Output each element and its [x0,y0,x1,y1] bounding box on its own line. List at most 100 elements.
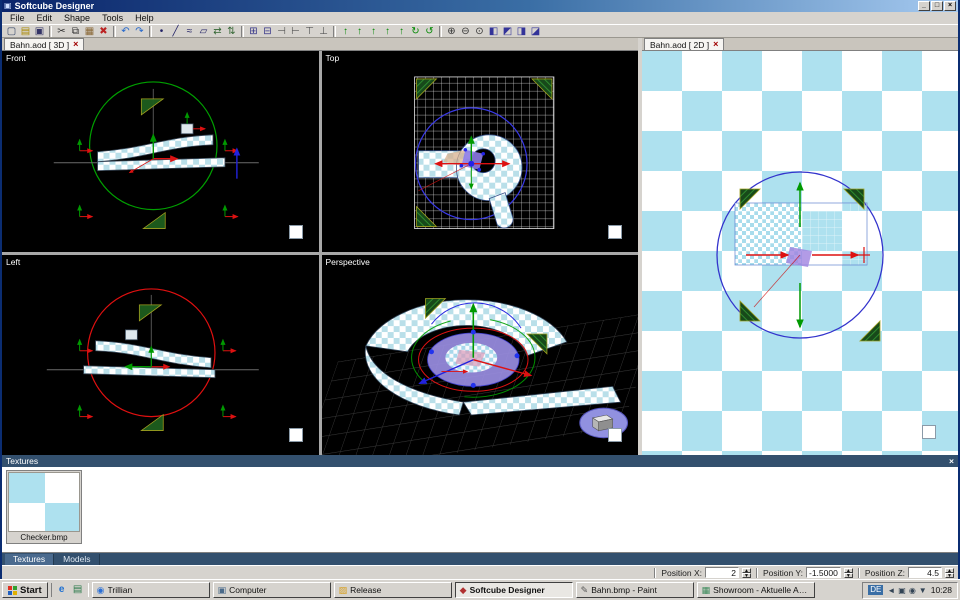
rotate-cw-icon[interactable]: ↻ [409,25,422,38]
viewport-front[interactable]: Front [2,51,319,252]
arrow-up-3-icon[interactable]: ↑ [367,25,380,38]
windows-logo-icon [8,586,17,595]
position-y-input[interactable]: -1.5000 [806,567,841,578]
zoom-fit-icon[interactable]: ⊙ [473,25,486,38]
perspective-viewport-canvas[interactable] [322,255,639,456]
view-left-icon[interactable]: ◨ [515,25,528,38]
statusbar-separator [756,568,758,578]
tab-bahn-2d[interactable]: Bahn.aod [ 2D ] × [644,38,724,50]
minimize-button[interactable]: _ [918,1,930,11]
left-corner-swatch[interactable] [289,428,303,442]
taskbar-button-softcube-designer[interactable]: ◆Softcube Designer [455,582,573,598]
view-2d-board[interactable] [642,51,958,455]
board-corner-swatch[interactable] [922,425,936,439]
position-x-input[interactable]: 2 [705,567,739,578]
close-button[interactable]: × [944,1,956,11]
statusbar-separator [858,568,860,578]
titlebar[interactable]: ▣ Softcube Designer _ □ × [2,0,958,12]
taskbar-button-showroom[interactable]: ▦Showroom - Aktuelle Arb... [697,582,815,598]
computer-icon: ▣ [218,585,227,596]
mirror-horizontal-icon[interactable]: ⇄ [211,25,224,38]
add-line-icon[interactable]: ╱ [169,25,182,38]
front-corner-swatch[interactable] [289,225,303,239]
paint-icon: ✎ [581,585,589,596]
perspective-corner-swatch[interactable] [608,428,622,442]
arrow-up-2-icon[interactable]: ↑ [353,25,366,38]
front-viewport-canvas[interactable] [2,51,319,252]
system-tray: DE ◄▣◉▼ 10:28 [862,582,958,599]
grid-icon[interactable]: ⊞ [247,25,260,38]
clock[interactable]: 10:28 [931,585,952,595]
ie-quicklaunch-icon[interactable]: e [55,583,69,597]
show-desktop-icon[interactable]: ▤ [71,583,85,597]
view-top-icon[interactable]: ◩ [501,25,514,38]
taskbar-button-trillian[interactable]: ◉Trillian [92,582,210,598]
cut-icon[interactable]: ✂ [55,25,68,38]
add-point-icon[interactable]: • [155,25,168,38]
menu-shape[interactable]: Shape [58,13,96,23]
menu-tools[interactable]: Tools [96,13,129,23]
position-y-spinner[interactable]: ▲▼ [844,568,853,578]
close-shape-icon[interactable]: ▱ [197,25,210,38]
taskbar-button-paint[interactable]: ✎Bahn.bmp - Paint [576,582,694,598]
taskbar-button-computer[interactable]: ▣Computer [213,582,331,598]
paste-icon[interactable]: ▦ [83,25,96,38]
zoom-out-icon[interactable]: ⊖ [459,25,472,38]
rotate-ccw-icon[interactable]: ↺ [423,25,436,38]
align-top-icon[interactable]: ⊤ [303,25,316,38]
viewport-perspective-label: Perspective [326,257,370,267]
position-y-label: Position Y: [763,568,803,578]
view-front-icon[interactable]: ◧ [487,25,500,38]
tab-bahn-3d[interactable]: Bahn.aod [ 3D ] × [4,38,84,50]
align-left-icon[interactable]: ⊣ [275,25,288,38]
toolbar-separator [49,26,52,37]
board-2d-canvas[interactable] [642,51,958,455]
texture-item[interactable]: Checker.bmp [6,470,82,544]
start-button[interactable]: Start [2,582,48,598]
save-icon[interactable]: ▣ [33,25,46,38]
zoom-in-icon[interactable]: ⊕ [445,25,458,38]
position-z-input[interactable]: 4.5 [908,567,942,578]
copy-icon[interactable]: ⧉ [69,25,82,38]
taskbar-button-release-folder[interactable]: ▨Release [334,582,452,598]
panel-tab-models[interactable]: Models [55,554,99,565]
arrow-up-4-icon[interactable]: ↑ [381,25,394,38]
align-bottom-icon[interactable]: ⊥ [317,25,330,38]
arrow-up-1-icon[interactable]: ↑ [339,25,352,38]
update-icon[interactable]: ▼ [919,586,927,595]
network-icon[interactable]: ▣ [898,586,906,595]
menu-help[interactable]: Help [129,13,160,23]
mirror-vertical-icon[interactable]: ⇅ [225,25,238,38]
tab-close-icon[interactable]: × [73,40,78,49]
arrow-up-5-icon[interactable]: ↑ [395,25,408,38]
open-icon[interactable]: ▤ [19,25,32,38]
volume-icon[interactable]: ◄ [887,586,895,595]
quick-launch: e▤ [51,583,89,597]
messenger-icon[interactable]: ◉ [909,586,916,595]
view-perspective-icon[interactable]: ◪ [529,25,542,38]
panel-tab-textures[interactable]: Textures [5,554,54,565]
panel-close-icon[interactable]: × [949,456,954,466]
textures-panel-header[interactable]: Textures × [2,455,958,467]
language-indicator[interactable]: DE [868,585,883,595]
redo-icon[interactable]: ↷ [133,25,146,38]
snap-grid-icon[interactable]: ⊟ [261,25,274,38]
viewport-top[interactable]: Top [322,51,639,252]
position-z-spinner[interactable]: ▲▼ [945,568,954,578]
menu-file[interactable]: File [4,13,31,23]
position-x-spinner[interactable]: ▲▼ [742,568,751,578]
maximize-button[interactable]: □ [931,1,943,11]
left-viewport-canvas[interactable] [2,255,319,456]
top-corner-swatch[interactable] [608,225,622,239]
delete-icon[interactable]: ✖ [97,25,110,38]
top-viewport-canvas[interactable] [322,51,639,252]
taskbar-button-label: Trillian [108,585,133,595]
new-icon[interactable]: ▢ [5,25,18,38]
undo-icon[interactable]: ↶ [119,25,132,38]
menu-edit[interactable]: Edit [31,13,59,23]
viewport-left[interactable]: Left [2,255,319,456]
align-right-icon[interactable]: ⊢ [289,25,302,38]
viewport-perspective[interactable]: Perspective [322,255,639,456]
tab-close-icon[interactable]: × [713,40,718,49]
add-curve-icon[interactable]: ≈ [183,25,196,38]
